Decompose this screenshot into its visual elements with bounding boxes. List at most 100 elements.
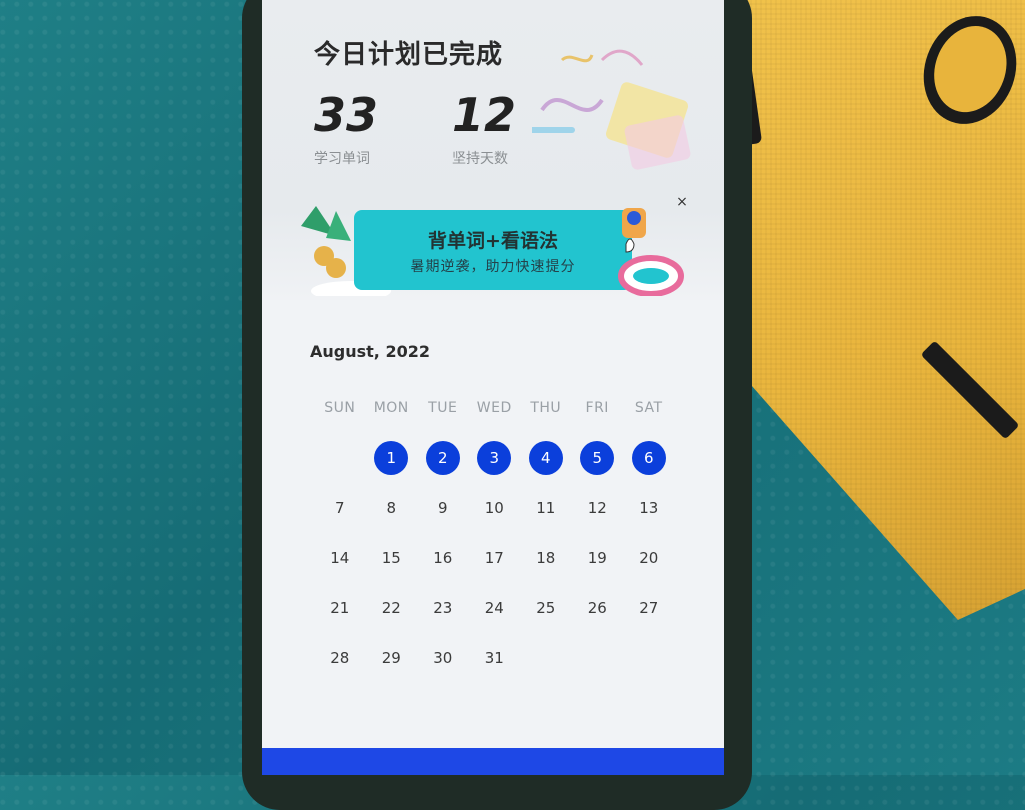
weekday-label: FRI — [585, 400, 609, 416]
promo-banner-card[interactable]: 背单词+看语法 暑期逆袭，助力快速提分 — [354, 210, 632, 290]
calendar-day[interactable]: 22 — [366, 592, 418, 624]
calendar-day-number: 22 — [381, 599, 401, 617]
calendar-day-number: 3 — [477, 441, 512, 475]
weekday-label: WED — [476, 400, 512, 416]
weekday-label: TUE — [428, 400, 458, 416]
calendar-day-number: 15 — [381, 549, 401, 567]
calendar-day[interactable]: 25 — [520, 592, 572, 624]
calendar-day-number: 17 — [484, 549, 504, 567]
promo-banner[interactable]: 背单词+看语法 暑期逆袭，助力快速提分 × — [296, 194, 688, 296]
cloth-pattern — [920, 340, 1020, 440]
calendar-day[interactable]: 23 — [417, 592, 469, 624]
banner-subtitle: 暑期逆袭，助力快速提分 — [410, 259, 576, 275]
calendar-day-number: 2 — [425, 441, 460, 475]
calendar-day-number: 6 — [631, 441, 666, 475]
cloth-pattern — [908, 2, 1025, 138]
calendar-day-number: 27 — [639, 599, 659, 617]
calendar-week-row: 14 15 16 17 18 19 20 — [314, 542, 724, 574]
calendar-day-number: 29 — [381, 649, 401, 667]
app-screen: 今日计划已完成 33 学习单词 12 坚持天数 背单词+看语法 暑期逆袭，助力快… — [262, 0, 724, 775]
calendar-day-number: 13 — [639, 499, 659, 517]
calendar-day[interactable]: 14 — [314, 542, 366, 574]
calendar-day[interactable]: 20 — [623, 542, 675, 574]
background-yellow-cloth — [720, 0, 1025, 620]
calendar-day[interactable]: 1 — [366, 441, 418, 475]
stat-value: 33 — [314, 88, 379, 142]
calendar-day[interactable]: 21 — [314, 592, 366, 624]
calendar-week-row: 7 8 9 10 11 12 13 — [314, 492, 724, 524]
calendar-day-number: 28 — [330, 649, 350, 667]
celebration-illustration — [532, 49, 691, 170]
calendar-day-number: 11 — [536, 499, 556, 517]
stat-streak-days: 12 坚持天数 — [452, 92, 516, 168]
float-ring-icon — [618, 208, 684, 296]
calendar-week-row: 28 29 30 31 — [314, 642, 724, 674]
calendar-day[interactable]: 30 — [417, 642, 469, 674]
calendar-day[interactable]: 18 — [520, 542, 572, 574]
calendar-day-number: 16 — [433, 549, 453, 567]
calendar-day-number: 26 — [587, 599, 607, 617]
calendar-day-number: 7 — [334, 499, 345, 517]
stat-label: 学习单词 — [314, 151, 370, 167]
calendar-day-number: 5 — [580, 441, 615, 475]
calendar-day[interactable]: 3 — [469, 441, 521, 475]
calendar-day[interactable]: 24 — [469, 592, 521, 624]
calendar-day-number: 25 — [536, 599, 556, 617]
calendar-day-number: 23 — [433, 599, 453, 617]
banner-title: 背单词+看语法 — [428, 230, 558, 252]
calendar-day[interactable]: 9 — [417, 492, 469, 524]
calendar-day-number: 20 — [639, 549, 659, 567]
calendar-day[interactable]: 11 — [520, 492, 572, 524]
calendar-day-number: 10 — [484, 499, 504, 517]
bottom-action-button[interactable] — [262, 748, 724, 775]
stat-label: 坚持天数 — [452, 151, 508, 167]
calendar-day[interactable]: 15 — [366, 542, 418, 574]
calendar-day[interactable]: 7 — [314, 492, 366, 524]
calendar-day-number: 31 — [484, 649, 504, 667]
calendar-day[interactable]: 27 — [623, 592, 675, 624]
calendar-day-number: 4 — [528, 441, 563, 475]
calendar-day-number: 14 — [330, 549, 350, 567]
calendar-day[interactable]: 19 — [572, 542, 624, 574]
page-title: 今日计划已完成 — [314, 40, 504, 70]
calendar-day[interactable]: 12 — [572, 492, 624, 524]
calendar-day-number: 1 — [374, 441, 409, 475]
stat-words-learned: 33 学习单词 — [314, 92, 378, 168]
calendar-day-number: 18 — [536, 549, 556, 567]
calendar-day[interactable]: 31 — [469, 642, 521, 674]
calendar-week-row: 21 22 23 24 25 26 27 — [314, 592, 724, 624]
calendar-day-number: 12 — [587, 499, 607, 517]
calendar-day[interactable]: 6 — [623, 441, 675, 475]
calendar-empty-cell — [572, 642, 624, 674]
calendar-day[interactable]: 4 — [520, 441, 572, 475]
calendar-day[interactable]: 26 — [572, 592, 624, 624]
calendar-day[interactable]: 16 — [417, 542, 469, 574]
weekday-label: SUN — [324, 400, 356, 416]
calendar-day[interactable]: 8 — [366, 492, 418, 524]
calendar-day[interactable]: 17 — [469, 542, 521, 574]
calendar-day[interactable]: 13 — [623, 492, 675, 524]
calendar-day[interactable]: 28 — [314, 642, 366, 674]
calendar-day-number: 9 — [437, 499, 448, 517]
weekday-label: THU — [530, 400, 562, 416]
calendar-empty-cell — [314, 442, 366, 474]
calendar-day-number: 21 — [330, 599, 350, 617]
calendar-weeks: 1 2 3 4 5 6 7 8 9 10 11 12 13 14 15 16 17 18 19 20 21 22 23 24 2… — [314, 441, 724, 674]
calendar-day[interactable]: 5 — [572, 441, 624, 475]
calendar-week-row: 123456 — [314, 441, 724, 475]
close-icon[interactable]: × — [674, 194, 690, 210]
weekday-header: SUN MON TUE WED THU FRI SAT — [314, 400, 724, 416]
calendar-grid: SUN MON TUE WED THU FRI SAT 1 2 3 4 5 6 7 8 9 10 1… — [314, 400, 724, 674]
calendar-day-number: 8 — [386, 499, 397, 517]
stat-value: 12 — [452, 88, 517, 142]
weekday-label: SAT — [634, 400, 663, 416]
calendar-day[interactable]: 10 — [469, 492, 521, 524]
calendar-day[interactable]: 29 — [366, 642, 418, 674]
calendar-day[interactable]: 2 — [417, 441, 469, 475]
completion-header: 今日计划已完成 33 学习单词 12 坚持天数 背单词+看语法 暑期逆袭，助力快… — [262, 0, 724, 300]
calendar-day-number: 19 — [587, 549, 607, 567]
calendar-day-number: 24 — [484, 599, 504, 617]
calendar-empty-cell — [520, 642, 572, 674]
calendar-month: August, 2022 — [310, 342, 430, 361]
calendar-empty-cell — [623, 642, 675, 674]
